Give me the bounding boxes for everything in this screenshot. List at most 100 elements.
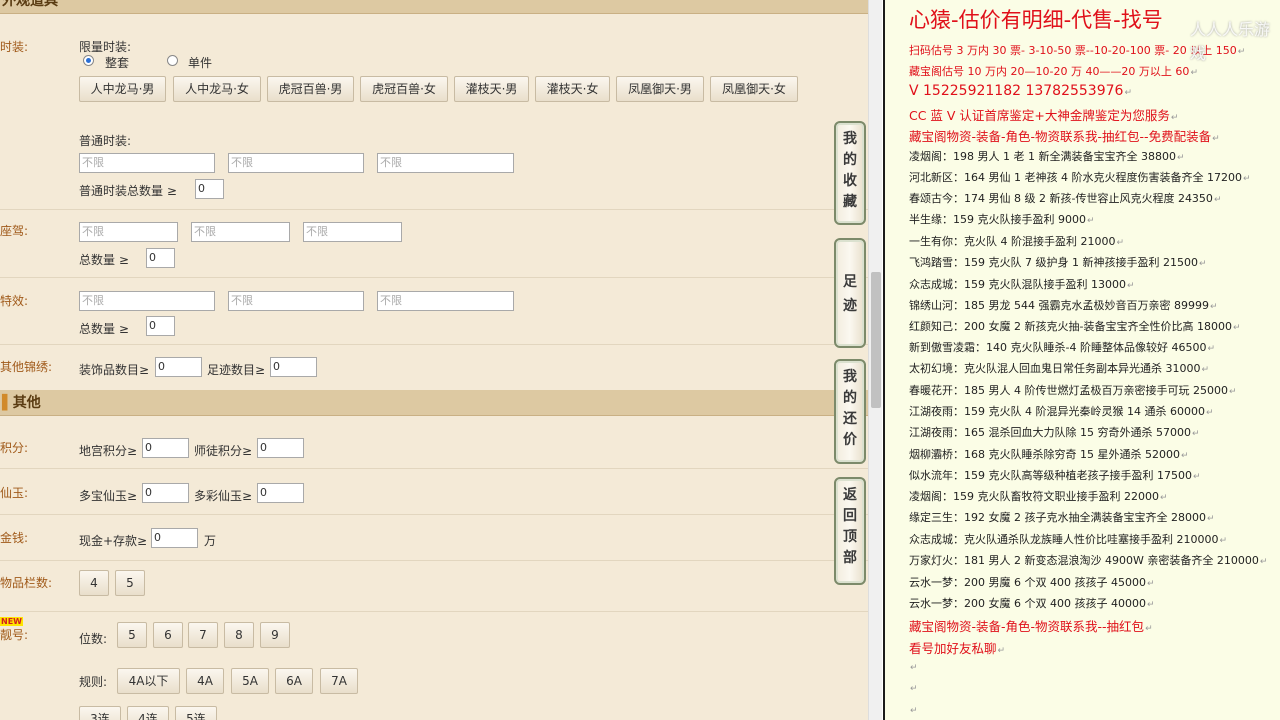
note-line: 云水一梦：200 女魔 6 个双 400 孩孩子 40000↵ (909, 595, 1155, 611)
note-line-text: 缘定三生：192 女魔 2 孩子克水抽全满装备宝宝齐全 28000 (909, 511, 1206, 524)
footprint-count-input[interactable]: 0 (270, 357, 317, 377)
page-scrollbar[interactable] (868, 0, 882, 720)
inventory-option-button[interactable]: 4 (79, 570, 109, 596)
return-mark-icon: ↵ (1145, 624, 1153, 634)
note-line: 烟柳灞桥：168 克火队睡杀除穷奇 15 星外通杀 52000↵ (909, 446, 1189, 462)
limited-costume-button[interactable]: 灌枝天·男 (454, 76, 529, 102)
normal-costume-total-input[interactable]: 0 (195, 179, 224, 199)
rule-option-button[interactable]: 7A (320, 668, 358, 694)
digits-option-button[interactable]: 7 (188, 622, 218, 648)
digits-label: 位数: (79, 632, 108, 646)
rule-option-button[interactable]: 5A (231, 668, 269, 694)
normal-costume-input[interactable]: 不限 (79, 153, 215, 173)
note-line: 锦绣山河：185 男龙 544 强霸克水孟极妙音百万亲密 89999↵ (909, 297, 1218, 313)
digits-option-button[interactable]: 5 (117, 622, 147, 648)
digits-option-button[interactable]: 8 (224, 622, 254, 648)
note-line-text: 飞鸿踏雪：159 克火队 7 级护身 1 新神孩接手盈利 21500 (909, 256, 1198, 269)
jade-label: 仙玉: (0, 486, 29, 500)
footprint-button[interactable]: 足迹 (834, 238, 866, 348)
digits-option-button[interactable]: 9 (260, 622, 290, 648)
note-line-text: 云水一梦：200 女魔 6 个双 400 孩孩子 40000 (909, 597, 1146, 610)
notes-panel: 心猿-估价有明细-代售-找号 扫码估号 3 万内 30 票- 3-10-50 票… (885, 0, 1280, 720)
return-mark-icon: ↵ (1086, 216, 1095, 226)
effect-input[interactable]: 不限 (79, 291, 215, 311)
rule-option-button[interactable]: 6A (275, 668, 313, 694)
my-favorites-button[interactable]: 我的收藏 (834, 121, 866, 225)
mount-input[interactable]: 不限 (191, 222, 290, 242)
divider (0, 468, 868, 469)
limited-costume-button[interactable]: 凤凰御天·女 (710, 76, 798, 102)
decor-count-input[interactable]: 0 (155, 357, 202, 377)
return-mark-icon: ↵ (1170, 113, 1179, 123)
note-line: V 15225921182 13782553976↵ (909, 83, 1132, 99)
note-line: 春颂古今：174 男仙 8 级 2 新孩-传世容止风克火程度 24350↵ (909, 190, 1221, 206)
rule-option-button[interactable]: 4连 (127, 706, 169, 720)
note-line-text: CC 蓝 V 认证首席鉴定+大神金牌鉴定为您服务 (909, 108, 1170, 123)
my-counteroffer-button[interactable]: 我的还价 (834, 359, 866, 464)
duobao-jade-label: 多宝仙玉≥ (79, 489, 138, 503)
duocai-jade-input[interactable]: 0 (257, 483, 304, 503)
note-line: 河北新区：164 男仙 1 老神孩 4 阶水克火程度伤害装备齐全 17200↵ (909, 169, 1251, 185)
limited-costume-button[interactable]: 灌枝天·女 (535, 76, 610, 102)
note-line: CC 蓝 V 认证首席鉴定+大神金牌鉴定为您服务↵ (909, 105, 1178, 124)
limited-costume-button[interactable]: 虎冠百兽·男 (267, 76, 354, 102)
rule-option-button[interactable]: 4A以下 (117, 668, 180, 694)
note-line: 一生有你：克火队 4 阶混接手盈利 21000↵ (909, 233, 1124, 249)
limited-costume-button[interactable]: 人中龙马·女 (173, 76, 261, 102)
inventory-option-button[interactable]: 5 (115, 570, 145, 596)
note-line: 江湖夜雨：165 混杀回血大力队除 15 穷奇外通杀 57000↵ (909, 424, 1200, 440)
return-mark-icon: ↵ (1213, 195, 1222, 205)
note-line-text: 锦绣山河：185 男龙 544 强霸克水孟极妙音百万亲密 89999 (909, 299, 1209, 312)
return-mark-icon: ↵ (997, 646, 1006, 656)
effect-total-input[interactable]: 0 (146, 316, 175, 336)
note-line-text: 江湖夜雨：165 混杀回血大力队除 15 穷奇外通杀 57000 (909, 426, 1191, 439)
limited-costume-button[interactable]: 凤凰御天·男 (616, 76, 704, 102)
limited-costume-button[interactable]: 人中龙马·男 (79, 76, 166, 102)
note-line: 众志成城：159 克火队混队接手盈利 13000↵ (909, 276, 1135, 292)
radio-set[interactable] (83, 55, 94, 66)
digits-option-button[interactable]: 6 (153, 622, 183, 648)
return-mark-icon: ↵ (1124, 88, 1132, 98)
cash-input[interactable]: 0 (151, 528, 198, 548)
mentor-points-input[interactable]: 0 (257, 438, 304, 458)
note-line: 万家灯火：181 男人 2 新变态混浪淘沙 4900W 亲密装备齐全 21000… (909, 552, 1267, 568)
note-line: 似水流年：159 克火队高等级种植老孩子接手盈利 17500↵ (909, 467, 1201, 483)
inventory-label: 物品栏数: (0, 576, 53, 590)
divider (0, 209, 868, 210)
section-header-appearance: 外观道具 (0, 0, 868, 14)
back-to-top-button[interactable]: 返回顶部 (834, 477, 866, 585)
radio-single[interactable] (167, 55, 178, 66)
scrollbar-thumb[interactable] (871, 272, 881, 408)
note-line: 缘定三生：192 女魔 2 孩子克水抽全满装备宝宝齐全 28000↵ (909, 509, 1215, 525)
effect-input[interactable]: 不限 (228, 291, 364, 311)
note-line-text: 太初幻境：克火队混人回血鬼日常任务副本异光通杀 31000 (909, 362, 1201, 375)
note-line-text: V 15225921182 13782553976 (909, 83, 1124, 99)
note-line: ↵ (909, 681, 918, 694)
normal-costume-input[interactable]: 不限 (377, 153, 514, 173)
note-line-text: 藏宝阁物资-装备-角色-物资联系我--抽红包 (909, 619, 1145, 634)
effect-label: 特效: (0, 294, 29, 308)
note-line-text: 凌烟阁：159 克火队畜牧符文职业接手盈利 22000 (909, 490, 1159, 503)
normal-costume-input[interactable]: 不限 (228, 153, 364, 173)
costume-label: 时装: (0, 40, 29, 54)
mount-input[interactable]: 不限 (79, 222, 178, 242)
limited-costume-button[interactable]: 虎冠百兽·女 (360, 76, 448, 102)
return-mark-icon: ↵ (910, 663, 918, 673)
effect-input[interactable]: 不限 (377, 291, 514, 311)
points-label: 积分: (0, 441, 29, 455)
note-line: 春暖花开：185 男人 4 阶传世燃灯孟极百万亲密接手可玩 25000↵ (909, 382, 1237, 398)
duobao-jade-input[interactable]: 0 (142, 483, 189, 503)
rule-option-button[interactable]: 4A (186, 668, 224, 694)
limited-costume-title: 限量时装: (79, 40, 132, 54)
rule-option-button[interactable]: 3连 (79, 706, 121, 720)
note-line-text: 半生缘：159 克火队接手盈利 9000 (909, 213, 1086, 226)
rule-option-button[interactable]: 5连 (175, 706, 217, 720)
mount-input[interactable]: 不限 (303, 222, 402, 242)
effect-total-label: 总数量 ≥ (79, 322, 129, 336)
notes-title: 心猿-估价有明细-代售-找号 (909, 8, 1163, 32)
duocai-jade-label: 多彩仙玉≥ (194, 489, 253, 503)
dungeon-points-input[interactable]: 0 (142, 438, 189, 458)
mount-total-input[interactable]: 0 (146, 248, 175, 268)
note-line: 凌烟阁：198 男人 1 老 1 新全满装备宝宝齐全 38800↵ (909, 148, 1185, 164)
return-mark-icon: ↵ (1228, 387, 1237, 397)
